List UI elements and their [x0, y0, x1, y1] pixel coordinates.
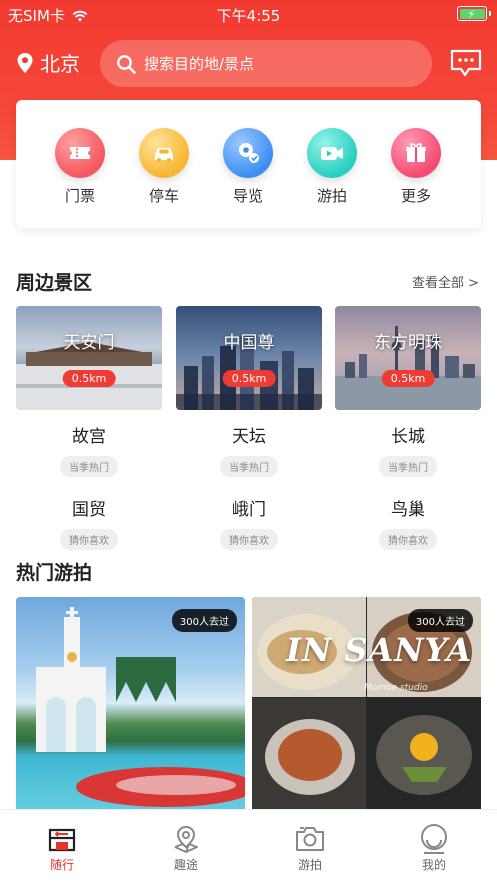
- category-guide[interactable]: 导览: [218, 128, 278, 206]
- spot-name: 峨门: [232, 500, 266, 520]
- tab-qutu[interactable]: 趣途: [146, 822, 226, 873]
- spot-emen[interactable]: 峨门 猜你喜欢: [176, 495, 322, 550]
- see-all-link[interactable]: 查看全部 >: [412, 272, 479, 291]
- section-title-nearby: 周边景区: [16, 272, 93, 294]
- top-bar: 北京 搜索目的地/景点: [0, 40, 497, 88]
- city-selector[interactable]: 北京: [16, 48, 80, 77]
- spot-tag: 当季热门: [60, 456, 118, 477]
- distance-badge: 0.5km: [62, 370, 116, 387]
- spot-name: 长城: [391, 427, 425, 447]
- search-placeholder: 搜索目的地/景点: [144, 55, 255, 73]
- scenic-card-tiananmen[interactable]: 天安门 0.5km: [16, 306, 162, 410]
- category-label: 停车: [148, 187, 179, 205]
- tab-label: 趣途: [173, 858, 198, 872]
- location-pin-icon: [17, 52, 33, 73]
- spot-niaochao[interactable]: 鸟巢 猜你喜欢: [335, 495, 481, 550]
- battery-icon: ⚡: [457, 6, 491, 21]
- spot-tag: 当季热门: [220, 456, 278, 477]
- search-input[interactable]: 搜索目的地/景点: [100, 40, 432, 87]
- category-parking[interactable]: 停车: [134, 128, 194, 206]
- spot-tag: 猜你喜欢: [60, 529, 118, 550]
- spot-tag: 当季热门: [379, 456, 437, 477]
- spot-name: 故宫: [72, 427, 106, 447]
- map-pin-icon: [174, 825, 198, 853]
- tab-bar: 随行 趣途 游拍 我的: [0, 809, 497, 883]
- tab-label: 我的: [421, 858, 446, 872]
- tab-label: 随行: [49, 858, 74, 872]
- spot-tag: 猜你喜欢: [220, 529, 278, 550]
- section-title-hot: 热门游拍: [16, 562, 93, 584]
- photo-card-church[interactable]: 300人去过: [16, 597, 245, 809]
- photo-studio-label: Momoe studio: [364, 683, 428, 693]
- scenic-photo: [335, 326, 481, 410]
- spot-name: 国贸: [72, 500, 106, 520]
- visit-count-badge: 300人去过: [407, 609, 473, 632]
- gift-icon: [391, 128, 441, 178]
- tab-wode[interactable]: 我的: [394, 822, 474, 873]
- home-icon: [48, 828, 76, 852]
- status-time: 下午4:55: [216, 7, 281, 25]
- category-more[interactable]: 更多: [386, 128, 446, 206]
- guide-icon: [223, 128, 273, 178]
- category-photo[interactable]: 游拍: [302, 128, 362, 206]
- photo-overlay-title: IN SANYA: [286, 631, 473, 669]
- city-name: 北京: [40, 52, 80, 76]
- distance-badge: 0.5km: [381, 370, 435, 387]
- category-tickets[interactable]: 门票: [50, 128, 110, 206]
- category-label: 游拍: [316, 187, 347, 205]
- category-label: 更多: [400, 187, 431, 205]
- spot-changcheng[interactable]: 长城 当季热门: [335, 422, 481, 477]
- tab-label: 游拍: [297, 858, 322, 872]
- search-icon: [117, 54, 136, 74]
- scenic-card-oriental-pearl[interactable]: 东方明珠 0.5km: [335, 306, 481, 410]
- scenic-photo: [16, 342, 162, 410]
- category-label: 导览: [232, 187, 263, 205]
- tab-suixing[interactable]: 随行: [22, 822, 102, 873]
- video-icon: [307, 128, 357, 178]
- scenic-photo: [176, 336, 322, 410]
- scenic-name: 东方明珠: [374, 333, 442, 353]
- spot-gugong[interactable]: 故宫 当季热门: [16, 422, 162, 477]
- ticket-icon: [55, 128, 105, 178]
- spot-tiantan[interactable]: 天坛 当季热门: [176, 422, 322, 477]
- spot-name: 天坛: [232, 427, 266, 447]
- spot-tag: 猜你喜欢: [379, 529, 437, 550]
- visit-count-badge: 300人去过: [171, 609, 237, 632]
- camera-icon: [296, 827, 324, 851]
- photo-card-sanya[interactable]: IN SANYA Momoe studio 300人去过: [252, 597, 481, 809]
- car-icon: [139, 128, 189, 178]
- tab-youpai[interactable]: 游拍: [270, 822, 350, 873]
- scenic-name: 中国尊: [223, 333, 275, 353]
- distance-badge: 0.5km: [222, 370, 276, 387]
- spot-guomao[interactable]: 国贸 猜你喜欢: [16, 495, 162, 550]
- message-icon[interactable]: [449, 48, 483, 78]
- spot-name: 鸟巢: [391, 500, 425, 520]
- scenic-name: 天安门: [63, 333, 115, 353]
- status-bar: 无SIM卡 下午4:55 ⚡: [0, 0, 497, 28]
- scenic-card-zhongguozun[interactable]: 中国尊 0.5km: [176, 306, 322, 410]
- category-label: 门票: [64, 187, 95, 205]
- profile-icon: [421, 824, 447, 854]
- category-card: 门票 停车 导览 游拍 更多: [16, 100, 481, 228]
